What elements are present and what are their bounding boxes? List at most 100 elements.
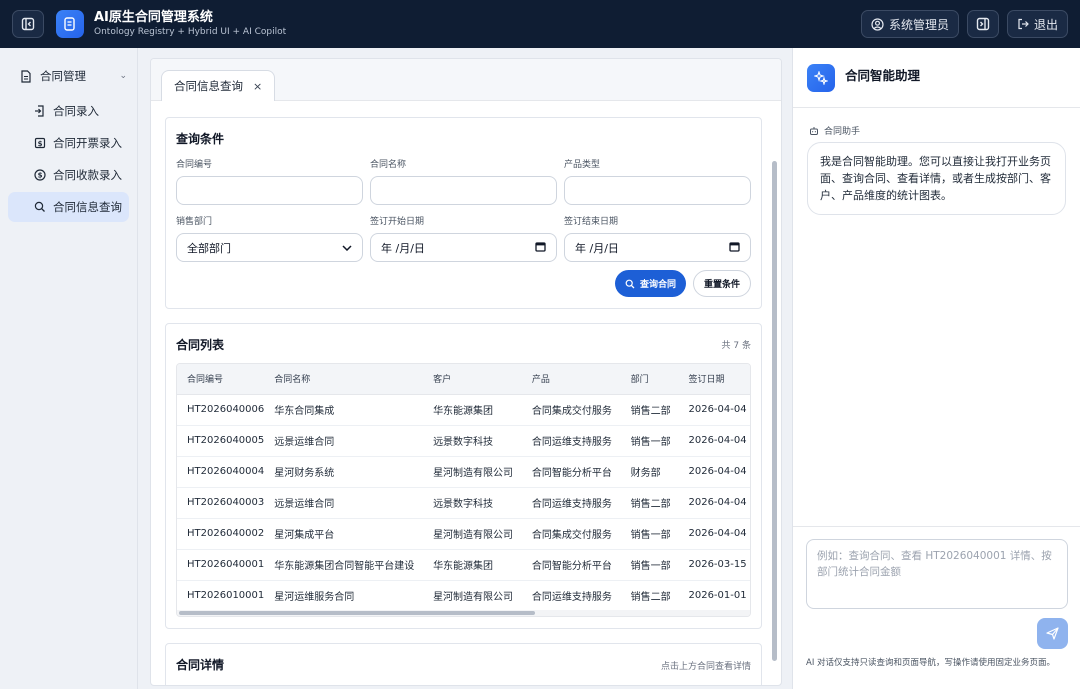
cell-date: 2026-01-01 bbox=[678, 580, 750, 612]
contract-list-card: 合同列表 共 7 条 合同编号 合同名称 客户 产品 部门 签订日期 HT202… bbox=[165, 323, 762, 629]
end-date-input[interactable]: 年 /月/日 bbox=[564, 233, 751, 262]
cell-department: 销售一部 bbox=[620, 518, 679, 550]
contract-name-input[interactable] bbox=[370, 176, 557, 205]
scrollbar-thumb[interactable] bbox=[772, 161, 777, 661]
contract-detail-card: 合同详情 点击上方合同查看详情 bbox=[165, 643, 762, 685]
table-row[interactable]: HT2026040003 远景运维合同 远景数字科技 合同运维支持服务 销售二部 2026… bbox=[177, 487, 750, 519]
sidebar-group-label: 合同管理 bbox=[40, 69, 86, 83]
table-horizontal-scrollbar[interactable] bbox=[177, 610, 750, 616]
scrollbar-thumb[interactable] bbox=[179, 611, 535, 615]
cell-customer: 华东能源集团 bbox=[423, 549, 522, 581]
table-row[interactable]: HT2026040006 华东合同集成 华东能源集团 合同集成交付服务 销售二部 2026… bbox=[177, 394, 750, 426]
collapse-sidebar-button[interactable] bbox=[12, 10, 44, 38]
contract-no-input[interactable] bbox=[176, 176, 363, 205]
cell-date: 2026-04-04 bbox=[678, 518, 750, 550]
invoice-icon: $ bbox=[34, 137, 46, 149]
query-card: 查询条件 合同编号 合同名称 产品类型 销售部门 全部部门 签订开始日期 年 /… bbox=[165, 117, 762, 309]
table-row[interactable]: HT2026040002 星河集成平台 星河制造有限公司 合同集成交付服务 销售一部 20… bbox=[177, 518, 750, 550]
calendar-icon[interactable] bbox=[729, 241, 740, 255]
scroll-icon bbox=[64, 17, 75, 31]
cell-department: 销售二部 bbox=[620, 487, 679, 519]
field-label: 签订结束日期 bbox=[564, 217, 619, 227]
main-vertical-scrollbar[interactable] bbox=[772, 101, 777, 685]
sparkles-icon bbox=[814, 71, 828, 85]
sidebar: 合同管理 ⌄ 合同录入 $ 合同开票录入 $ 合同收款录入 合同信息查询 bbox=[0, 48, 138, 689]
app-logo bbox=[56, 10, 84, 38]
cell-customer: 华东能源集团 bbox=[423, 394, 522, 426]
start-date-value: 年 /月/日 bbox=[381, 241, 425, 255]
contract-table-wrapper: 合同编号 合同名称 客户 产品 部门 签订日期 HT2026040006 华东合同… bbox=[176, 363, 751, 617]
field-start-date: 签订开始日期 年 /月/日 bbox=[370, 214, 557, 271]
user-menu-button[interactable]: 系统管理员 bbox=[860, 10, 959, 38]
cell-contract-name: 远景运维合同 bbox=[264, 425, 424, 457]
send-icon bbox=[1046, 627, 1059, 640]
cell-contract-name: 华东合同集成 bbox=[264, 394, 424, 426]
cell-contract-no: HT2026040005 bbox=[177, 425, 265, 457]
assistant-input[interactable]: 例如：查询合同、查看 HT2026040001 详情、按部门统计合同金额 bbox=[806, 539, 1068, 609]
search-contract-button[interactable]: 查询合同 bbox=[614, 270, 686, 297]
cell-product: 合同智能分析平台 bbox=[521, 549, 621, 581]
assistant-header: 合同智能助理 bbox=[793, 48, 1080, 108]
assistant-role: 合同助手 bbox=[809, 124, 1080, 137]
sidebar-item-payment-entry[interactable]: $ 合同收款录入 bbox=[8, 160, 129, 190]
cell-product: 合同运维支持服务 bbox=[521, 487, 621, 519]
column-header: 合同编号 bbox=[177, 364, 265, 395]
sidebar-item-invoice-entry[interactable]: $ 合同开票录入 bbox=[8, 128, 129, 158]
assistant-title: 合同智能助理 bbox=[845, 68, 921, 83]
sidebar-item-contract-entry[interactable]: 合同录入 bbox=[8, 96, 129, 126]
tab-label: 合同信息查询 bbox=[174, 79, 243, 93]
cell-department: 销售一部 bbox=[620, 549, 679, 581]
sidebar-item-contract-query[interactable]: 合同信息查询 bbox=[8, 192, 129, 222]
svg-text:$: $ bbox=[38, 140, 43, 148]
user-circle-icon bbox=[871, 17, 884, 31]
logout-button[interactable]: 退出 bbox=[1006, 10, 1068, 38]
column-header: 客户 bbox=[423, 364, 522, 395]
cell-contract-name: 星河运维服务合同 bbox=[264, 580, 424, 612]
field-contract-name: 合同名称 bbox=[370, 157, 557, 214]
user-label: 系统管理员 bbox=[888, 17, 949, 32]
department-select[interactable]: 全部部门 bbox=[176, 233, 363, 262]
tab-contract-query[interactable]: 合同信息查询 × bbox=[161, 70, 276, 101]
cell-department: 销售一部 bbox=[620, 425, 679, 457]
send-button[interactable] bbox=[1037, 618, 1068, 649]
reset-button[interactable]: 重置条件 bbox=[692, 270, 751, 297]
assistant-panel: 合同智能助理 合同助手 我是合同智能助理。您可以直接让我打开业务页面、查询合同、… bbox=[792, 48, 1080, 689]
table-header-row: 合同编号 合同名称 客户 产品 部门 签订日期 bbox=[177, 364, 750, 395]
detail-hint: 点击上方合同查看详情 bbox=[660, 662, 751, 672]
cell-contract-no: HT2026040001 bbox=[177, 549, 265, 581]
cell-contract-no: HT2026040002 bbox=[177, 518, 265, 550]
field-label: 合同名称 bbox=[370, 160, 407, 170]
calendar-icon[interactable] bbox=[535, 241, 546, 255]
cell-customer: 远景数字科技 bbox=[423, 487, 522, 519]
brand: AI原生合同管理系统 Ontology Registry + Hybrid UI… bbox=[94, 10, 286, 38]
close-icon[interactable]: × bbox=[253, 80, 262, 93]
table-row[interactable]: HT2026040005 远景运维合同 远景数字科技 合同运维支持服务 销售一部 2026… bbox=[177, 425, 750, 457]
assistant-role-label: 合同助手 bbox=[824, 127, 861, 137]
cell-contract-name: 星河集成平台 bbox=[264, 518, 424, 550]
cell-product: 合同集成交付服务 bbox=[521, 394, 621, 426]
table-row[interactable]: HT2026010001 星河运维服务合同 星河制造有限公司 合同运维支持服务 销售二部… bbox=[177, 580, 750, 612]
logout-icon bbox=[1018, 18, 1029, 30]
end-date-value: 年 /月/日 bbox=[575, 241, 619, 255]
start-date-input[interactable]: 年 /月/日 bbox=[370, 233, 557, 262]
cell-customer: 星河制造有限公司 bbox=[423, 518, 522, 550]
cell-product: 合同运维支持服务 bbox=[521, 580, 621, 612]
cell-department: 销售二部 bbox=[620, 394, 679, 426]
table-row[interactable]: HT2026040004 星河财务系统 星河制造有限公司 合同智能分析平台 财务部 202… bbox=[177, 456, 750, 488]
table-row[interactable]: HT2026040001 华东能源集团合同智能平台建设 华东能源集团 合同智能分析平台… bbox=[177, 549, 750, 581]
svg-text:$: $ bbox=[38, 172, 43, 180]
logout-label: 退出 bbox=[1033, 17, 1058, 32]
sidebar-group-contract-management[interactable]: 合同管理 ⌄ bbox=[0, 64, 137, 88]
chevron-down-icon[interactable]: ⌄ bbox=[119, 71, 127, 81]
field-label: 销售部门 bbox=[176, 217, 213, 227]
top-bar: AI原生合同管理系统 Ontology Registry + Hybrid UI… bbox=[0, 0, 1080, 48]
cell-department: 财务部 bbox=[620, 456, 679, 488]
product-type-input[interactable] bbox=[564, 176, 751, 205]
search-icon bbox=[34, 201, 46, 213]
field-department: 销售部门 全部部门 bbox=[176, 214, 363, 271]
search-icon bbox=[625, 279, 635, 288]
sidebar-item-label: 合同收款录入 bbox=[53, 168, 122, 182]
toggle-assistant-button[interactable] bbox=[966, 10, 999, 38]
bot-icon bbox=[810, 126, 818, 135]
cell-customer: 星河制造有限公司 bbox=[423, 456, 522, 488]
